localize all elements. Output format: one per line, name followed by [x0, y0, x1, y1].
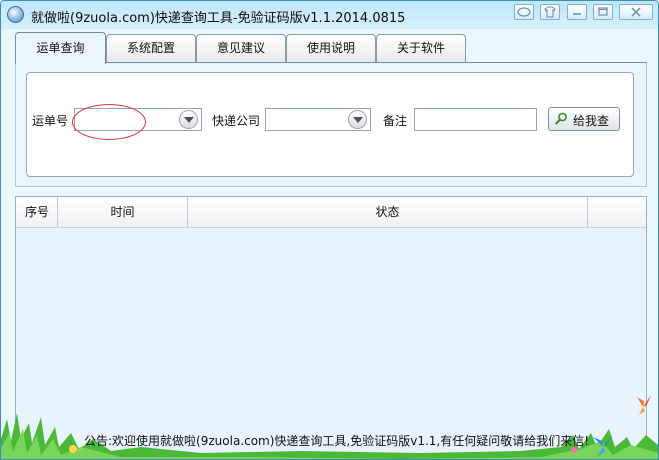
flower-icon — [69, 445, 77, 453]
chevron-down-icon[interactable] — [179, 110, 198, 129]
grass-decoration — [1, 395, 658, 459]
search-button-label: 给我查 — [573, 114, 610, 128]
minimize-icon[interactable] — [567, 4, 587, 20]
express-company-combobox[interactable] — [265, 108, 371, 131]
tab-system-config[interactable]: 系统配置 — [106, 34, 196, 63]
tab-usage-guide[interactable]: 使用说明 — [286, 34, 376, 63]
tab-waybill-query[interactable]: 运单查询 — [15, 32, 106, 64]
remark-input[interactable] — [414, 108, 537, 131]
tab-feedback[interactable]: 意见建议 — [196, 34, 286, 63]
express-company-label: 快递公司 — [212, 114, 261, 128]
announcement-text: 公告:欢迎使用就做啦(9zuola.com)快递查询工具,免验证码版v1.1,有… — [84, 434, 590, 448]
skin-icon[interactable] — [540, 4, 560, 20]
app-window: 就做啦(9zuola.com)快递查询工具-免验证码版v1.1.2014.081… — [0, 0, 659, 460]
column-header-status[interactable]: 状态 — [188, 197, 588, 227]
close-icon[interactable] — [619, 4, 653, 20]
app-globe-icon — [7, 6, 24, 23]
chevron-down-icon[interactable] — [348, 110, 367, 129]
tab-about[interactable]: 关于软件 — [376, 34, 466, 63]
magnifier-icon — [555, 112, 567, 125]
maximize-icon[interactable] — [593, 4, 613, 20]
annotation-circle — [72, 104, 146, 140]
search-button[interactable]: 给我查 — [548, 107, 620, 131]
window-title: 就做啦(9zuola.com)快递查询工具-免验证码版v1.1.2014.081… — [31, 11, 406, 26]
column-header-time[interactable]: 时间 — [58, 197, 188, 227]
chat-icon[interactable] — [514, 4, 534, 20]
results-table-header: 序号 时间 状态 — [16, 197, 646, 228]
waybill-label: 运单号 — [32, 114, 69, 128]
remark-label: 备注 — [383, 114, 408, 128]
butterfly-icon — [637, 395, 651, 415]
title-bar: 就做啦(9zuola.com)快递查询工具-免验证码版v1.1.2014.081… — [1, 1, 658, 29]
column-header-index[interactable]: 序号 — [16, 197, 58, 227]
